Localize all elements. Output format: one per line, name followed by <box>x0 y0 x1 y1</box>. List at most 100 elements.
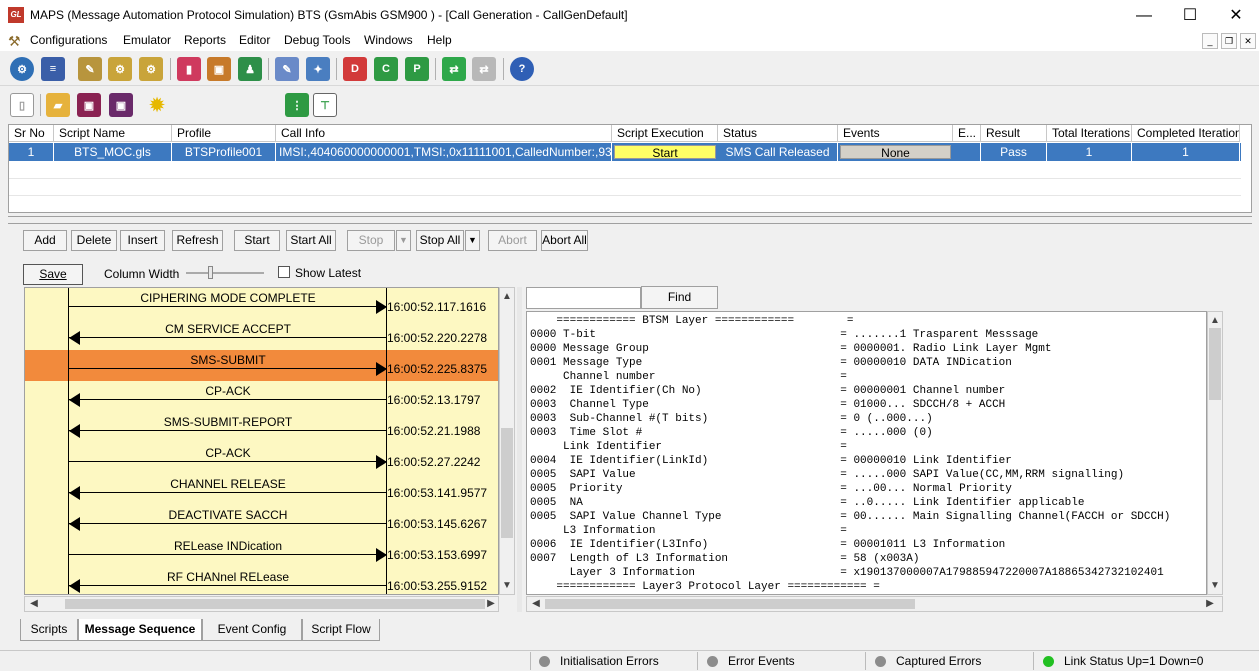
save-as-icon[interactable]: ▣ <box>109 93 133 117</box>
insert-button[interactable]: Insert <box>120 230 165 251</box>
menu-help[interactable]: Help <box>427 33 452 47</box>
document-c-icon[interactable]: C <box>374 57 398 81</box>
scroll-up-arrow-icon[interactable]: ▲ <box>500 290 514 304</box>
sequence-message[interactable]: CP-ACK 16:00:52.27.2242 <box>25 443 498 474</box>
cell-events-none[interactable]: None <box>840 145 951 159</box>
document-p-icon[interactable]: P <box>405 57 429 81</box>
decode-vertical-scrollbar[interactable]: ▲ ▼ <box>1207 311 1223 595</box>
help-icon[interactable]: ? <box>510 57 534 81</box>
tab-scripts[interactable]: Scripts <box>20 619 78 641</box>
show-latest-checkbox[interactable] <box>278 266 290 278</box>
error-events-status[interactable]: Error Events <box>728 653 795 670</box>
list-icon[interactable]: ≡ <box>41 57 65 81</box>
sequence-message[interactable]: RELease INDication 16:00:53.153.6997 <box>25 536 498 567</box>
start-all-button[interactable]: Start All <box>286 230 336 251</box>
stop-all-button[interactable]: Stop All <box>416 230 464 251</box>
delete-button[interactable]: Delete <box>71 230 117 251</box>
col-header-call-info[interactable]: Call Info <box>276 125 612 142</box>
sequence-vertical-scrollbar[interactable]: ▲ ▼ <box>499 287 515 595</box>
stop-dropdown-arrow-icon[interactable]: ▼ <box>396 230 411 251</box>
captured-errors-status[interactable]: Captured Errors <box>896 653 981 670</box>
profile-edit-icon[interactable]: ✎ <box>78 57 102 81</box>
horizontal-splitter[interactable] <box>8 216 1252 224</box>
pen-icon[interactable]: ✎ <box>275 57 299 81</box>
save-icon[interactable]: ▣ <box>77 93 101 117</box>
menu-editor[interactable]: Editor <box>239 33 270 47</box>
vertical-splitter[interactable] <box>517 287 522 612</box>
stop-button[interactable]: Stop <box>347 230 395 251</box>
transfer-disabled-icon[interactable]: ⇄ <box>472 57 496 81</box>
tab-event-config[interactable]: Event Config <box>202 619 302 641</box>
new-file-icon[interactable]: ▯ <box>10 93 34 117</box>
scroll-thumb[interactable] <box>1209 328 1221 400</box>
scroll-right-arrow-icon[interactable]: ▶ <box>1203 597 1217 611</box>
col-header-script-name[interactable]: Script Name <box>54 125 172 142</box>
multi-settings-icon[interactable]: ⚙ <box>139 57 163 81</box>
col-header-profile[interactable]: Profile <box>172 125 276 142</box>
stop-all-dropdown-arrow-icon[interactable]: ▼ <box>465 230 480 251</box>
user-lock-icon[interactable]: ♟ <box>238 57 262 81</box>
sequence-message[interactable]: DEACTIVATE SACCH 16:00:53.145.6267 <box>25 505 498 536</box>
start-button[interactable]: Start <box>234 230 280 251</box>
open-folder-icon[interactable]: ▰ <box>46 93 70 117</box>
add-button[interactable]: Add <box>23 230 67 251</box>
decode-horizontal-scrollbar[interactable]: ◀ ▶ <box>526 596 1223 612</box>
transfer-c-icon[interactable]: ⇄ <box>442 57 466 81</box>
tools-config-icon[interactable]: ✦ <box>306 57 330 81</box>
close-button[interactable]: ✕ <box>1213 0 1259 31</box>
col-header-events[interactable]: Events <box>838 125 953 142</box>
col-header-completed-iterations[interactable]: Completed Iterations <box>1132 125 1240 142</box>
mdi-restore-button[interactable]: ❐ <box>1221 33 1237 49</box>
col-header-script-execution[interactable]: Script Execution <box>612 125 718 142</box>
sequence-message[interactable]: CIPHERING MODE COMPLETE 16:00:52.117.1616 <box>25 288 498 319</box>
scroll-up-arrow-icon[interactable]: ▲ <box>1208 314 1222 328</box>
menu-reports[interactable]: Reports <box>184 33 226 47</box>
scroll-thumb[interactable] <box>545 599 915 609</box>
sequence-message[interactable]: SMS-SUBMIT-REPORT 16:00:52.21.1988 <box>25 412 498 443</box>
maximize-button[interactable]: ☐ <box>1167 0 1213 31</box>
mdi-minimize-button[interactable]: _ <box>1202 33 1218 49</box>
col-header-sr-no[interactable]: Sr No <box>9 125 54 142</box>
scroll-right-arrow-icon[interactable]: ▶ <box>484 597 498 611</box>
books-icon[interactable]: ▮ <box>177 57 201 81</box>
scroll-down-arrow-icon[interactable]: ▼ <box>500 579 514 593</box>
abort-all-button[interactable]: Abort All <box>541 230 588 251</box>
sequence-message[interactable]: CP-ACK 16:00:52.13.1797 <box>25 381 498 412</box>
menu-debug-tools[interactable]: Debug Tools <box>284 33 351 47</box>
sequence-message[interactable]: CM SERVICE ACCEPT 16:00:52.220.2278 <box>25 319 498 350</box>
find-button[interactable]: Find <box>641 286 718 309</box>
scroll-thumb[interactable] <box>501 428 513 538</box>
sequence-message[interactable]: RF CHANnel RELease 16:00:53.255.9152 <box>25 567 498 594</box>
col-header-total-iterations[interactable]: Total Iterations <box>1047 125 1132 142</box>
abort-button[interactable]: Abort <box>488 230 537 251</box>
col-header-e[interactable]: E... <box>953 125 981 142</box>
sequence-horizontal-scrollbar[interactable]: ◀ ▶ <box>24 596 499 612</box>
lightbulb-icon[interactable]: ✹ <box>145 93 169 117</box>
sequence-message[interactable]: SMS-SUBMIT 16:00:52.225.8375 <box>25 350 498 381</box>
scroll-thumb[interactable] <box>65 599 485 609</box>
scroll-left-arrow-icon[interactable]: ◀ <box>529 597 543 611</box>
gear-icon[interactable]: ⚙ <box>10 57 34 81</box>
minimize-button[interactable]: — <box>1121 0 1167 31</box>
refresh-button[interactable]: Refresh <box>172 230 223 251</box>
menu-emulator[interactable]: Emulator <box>123 33 171 47</box>
scroll-left-arrow-icon[interactable]: ◀ <box>27 597 41 611</box>
settings-icon[interactable]: ⚙ <box>108 57 132 81</box>
vertical-layout-icon[interactable]: ⋮ <box>285 93 309 117</box>
column-width-slider-track[interactable] <box>186 272 264 274</box>
save-button[interactable]: Save <box>23 264 83 285</box>
init-errors-status[interactable]: Initialisation Errors <box>560 653 659 670</box>
document-d-icon[interactable]: D <box>343 57 367 81</box>
col-header-result[interactable]: Result <box>981 125 1047 142</box>
tree-layout-icon[interactable]: ⊤ <box>313 93 337 117</box>
scroll-down-arrow-icon[interactable]: ▼ <box>1208 579 1222 593</box>
menu-windows[interactable]: Windows <box>364 33 413 47</box>
tab-message-sequence[interactable]: Message Sequence <box>78 619 202 641</box>
tab-script-flow[interactable]: Script Flow <box>302 619 380 641</box>
menu-configurations[interactable]: Configurations <box>30 33 107 47</box>
mdi-close-button[interactable]: ✕ <box>1240 33 1256 49</box>
find-input[interactable] <box>526 287 641 309</box>
column-width-slider-thumb[interactable] <box>208 266 213 279</box>
briefcase-icon[interactable]: ▣ <box>207 57 231 81</box>
sequence-message[interactable]: CHANNEL RELEASE 16:00:53.141.9577 <box>25 474 498 505</box>
